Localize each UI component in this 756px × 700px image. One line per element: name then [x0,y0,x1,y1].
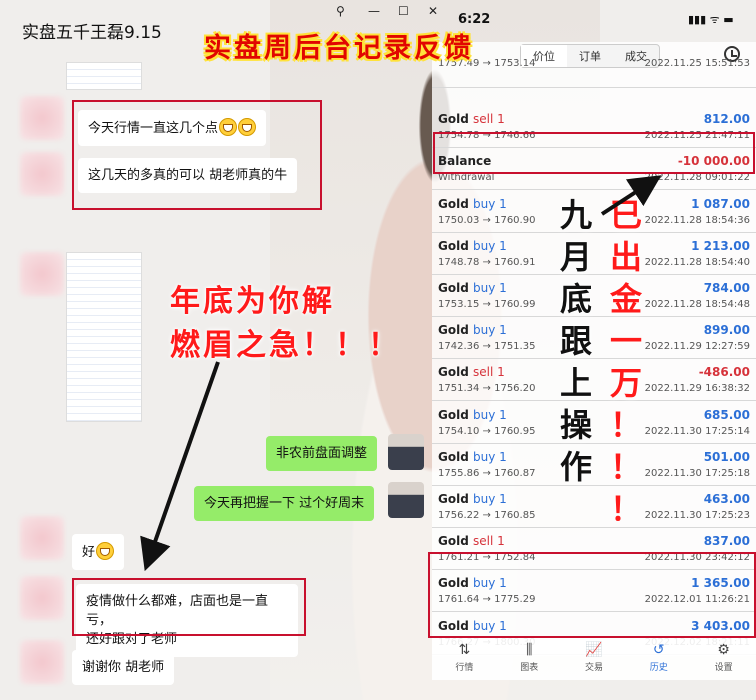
arrow-overlay [140,175,662,572]
arrow-up-right [600,175,662,216]
arrow-down-left [140,361,220,572]
